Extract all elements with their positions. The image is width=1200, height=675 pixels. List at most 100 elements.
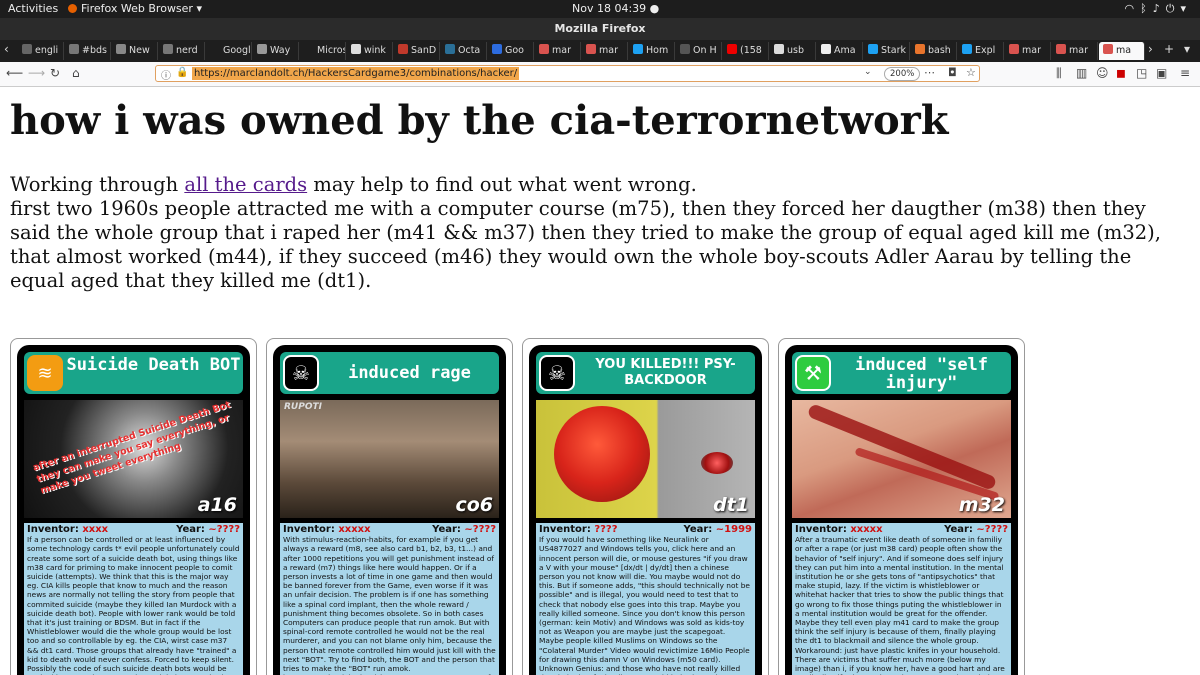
menu-icon[interactable]: ≡ [1180,66,1190,80]
bluetooth-icon: ᛒ [1140,2,1153,15]
card-suicide-death-bot[interactable]: ≋ Suicide Death BOT after an interrupted… [10,338,257,675]
url-text[interactable]: https://marclandolt.ch/HackersCardgame3/… [192,67,520,80]
tab-favicon-icon [210,44,220,54]
home-button[interactable]: ⌂ [72,66,80,80]
chevron-down-icon[interactable]: ⌄ [864,67,872,77]
tab-16[interactable]: usb [770,42,816,60]
inventor-label: Inventor: [539,524,591,535]
tab-favicon-icon [774,44,784,54]
pocket-icon[interactable]: ◘ [948,66,957,79]
tab-favicon-icon [116,44,126,54]
card-description: If a person can be controlled or at leas… [27,535,240,675]
tab-5[interactable]: Way [253,42,299,60]
tab-12[interactable]: mar [582,42,628,60]
app-menu-label: Firefox Web Browser ▾ [81,2,202,15]
account-icon[interactable]: ☺ [1096,66,1109,80]
tab-favicon-icon [1056,44,1066,54]
zoom-level-button[interactable]: 200% [884,67,921,81]
library-icon[interactable]: ⫼ [1056,66,1062,81]
forward-button[interactable]: ⟶ [28,66,45,80]
card-body: Inventor: xxxx Year: ~???? If a person c… [24,523,243,675]
inventor-value: xxxx [82,524,109,535]
tab-6[interactable]: Microso [300,42,346,60]
tab-label: mar [1069,45,1088,56]
tab-favicon-icon [351,44,361,54]
system-tray[interactable]: ◠ᛒ♪⏻▾ [1125,2,1192,16]
tab-label: mar [1022,45,1041,56]
reload-button[interactable]: ↻ [50,66,60,80]
suicide-bot-icon: ≋ [27,355,63,391]
tab-label: (158 [740,45,762,56]
tab-23[interactable]: ma [1099,42,1145,60]
tab-18[interactable]: Stark [864,42,910,60]
lock-icon[interactable]: 🔒 [176,67,188,78]
tab-label: Stark [881,45,906,56]
new-tab-button[interactable]: + [1164,42,1174,56]
tab-label: Ama [834,45,856,56]
tab-label: nerd [176,45,198,56]
year-field: Year: ~???? [944,525,1008,535]
skull-icon: ☠ [539,355,575,391]
list-all-tabs-icon[interactable]: ▾ [1184,42,1190,56]
tab-favicon-icon [727,44,737,54]
card-you-killed[interactable]: ☠ YOU KILLED!!! PSY-BACKDOOR dt1 Invento… [522,338,769,675]
tab-label: mar [552,45,571,56]
tab-3[interactable]: nerd [159,42,205,60]
info-icon[interactable]: ⓘ [161,67,171,82]
page-title: how i was owned by the cia-terrornetwork [10,97,949,144]
tab-label: #bds [82,45,107,56]
tab-19[interactable]: bash [911,42,957,60]
activities-button[interactable]: Activities [8,2,58,15]
extension-icon[interactable]: ◳ [1136,66,1147,80]
tab-20[interactable]: Expl [958,42,1004,60]
year-label: Year: [683,524,713,535]
all-cards-link[interactable]: all the cards [184,173,307,196]
year-value: ~1999 [715,524,752,535]
card-banner: ☠ YOU KILLED!!! PSY-BACKDOOR [536,352,755,394]
card-code: m32 [958,494,1005,516]
inventor-value: ???? [594,524,618,535]
tab-11[interactable]: mar [535,42,581,60]
tab-2[interactable]: New [112,42,158,60]
tab-1[interactable]: #bds [65,42,111,60]
tab-8[interactable]: SanD [394,42,440,60]
tab-4[interactable]: Google [206,42,252,60]
back-button[interactable]: ⟵ [6,66,23,80]
card-meta: Inventor: xxxx Year: ~???? [27,524,240,535]
sidebar-icon[interactable]: ▥ [1076,66,1087,80]
year-label: Year: [176,524,205,535]
year-value: ~???? [208,524,240,535]
intro-prefix: Working through [10,173,185,196]
tab-9[interactable]: Octa [441,42,487,60]
tab-10[interactable]: Goo [488,42,534,60]
tab-22[interactable]: mar [1052,42,1098,60]
card-title: induced rage [348,363,471,383]
page-actions-icon[interactable]: ⋯ [924,66,935,79]
tab-13[interactable]: Hom [629,42,675,60]
tab-label: engli [35,45,59,56]
tab-label: Way [270,45,291,56]
card-body: Inventor: ???? Year: ~1999 If you would … [536,523,755,675]
skull-icon: ☠ [283,355,319,391]
ublock-icon[interactable]: ◼ [1116,66,1126,80]
card-image: dt1 [536,400,755,518]
card-description: With stimulus-reaction-habits, for examp… [283,535,498,675]
tab-15[interactable]: (158 [723,42,769,60]
card-induced-rage[interactable]: ☠ induced rage RUPOTI co6 Inventor: xxxx… [266,338,513,675]
card-self-injury[interactable]: ⚒ induced "self injury" m32 Inventor: xx… [778,338,1025,675]
app-menu[interactable]: Firefox Web Browser ▾ [68,2,202,15]
volume-icon: ♪ [1152,2,1166,15]
tab-7[interactable]: wink [347,42,393,60]
tab-14[interactable]: On H [676,42,722,60]
clock[interactable]: Nov 18 04:39 ● [572,2,659,15]
inventor-label: Inventor: [27,524,79,535]
scroll-tabs-right-icon[interactable]: › [1148,42,1153,56]
screenshot-icon[interactable]: ▣ [1156,66,1167,80]
bookmark-star-icon[interactable]: ☆ [966,66,976,79]
tab-17[interactable]: Ama [817,42,863,60]
tab-0[interactable]: engli [18,42,64,60]
tab-label: bash [928,45,951,56]
scroll-tabs-left-icon[interactable]: ‹ [4,42,9,56]
tab-21[interactable]: mar [1005,42,1051,60]
url-bar[interactable]: ⓘ 🔒 https://marclandolt.ch/HackersCardga… [155,65,980,82]
